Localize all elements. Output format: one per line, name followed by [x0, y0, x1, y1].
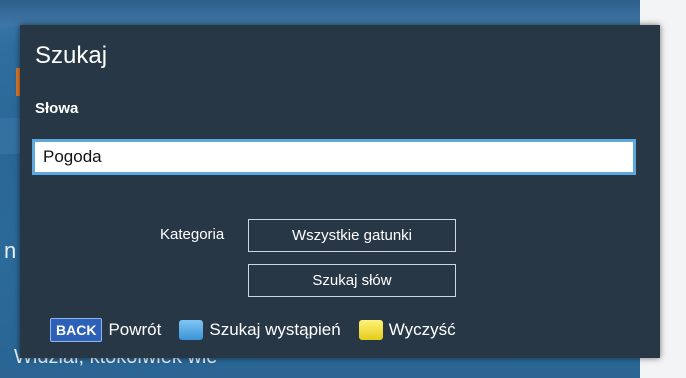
background-top-bar: [0, 0, 640, 26]
search-dialog: Szukaj Słowa Kategoria Wszystkie gatunki…: [20, 25, 660, 358]
blue-key-icon[interactable]: [179, 320, 204, 340]
search-words-button[interactable]: Szukaj słów: [248, 264, 456, 297]
back-hint-label: Powrót: [108, 320, 162, 339]
blue-hint-label: Szukaj wystąpień: [209, 320, 341, 339]
yellow-key-icon[interactable]: [358, 320, 383, 340]
search-words-label: Szukaj słów: [312, 272, 392, 289]
words-label: Słowa: [35, 100, 79, 117]
category-select-button[interactable]: Wszystkie gatunki: [248, 219, 456, 252]
category-select-label: Wszystkie gatunki: [291, 227, 413, 244]
back-key-icon[interactable]: BACK: [50, 318, 103, 342]
key-hints-bar: BACK Powrót Szukaj wystąpień Wyczyść: [50, 317, 474, 343]
dialog-title: Szukaj: [35, 42, 108, 69]
yellow-hint-label: Wyczyść: [388, 320, 456, 339]
search-input-container[interactable]: [32, 139, 636, 175]
category-label: Kategoria: [160, 226, 225, 243]
background-side-text: n: [4, 238, 17, 263]
search-input[interactable]: [35, 142, 633, 172]
